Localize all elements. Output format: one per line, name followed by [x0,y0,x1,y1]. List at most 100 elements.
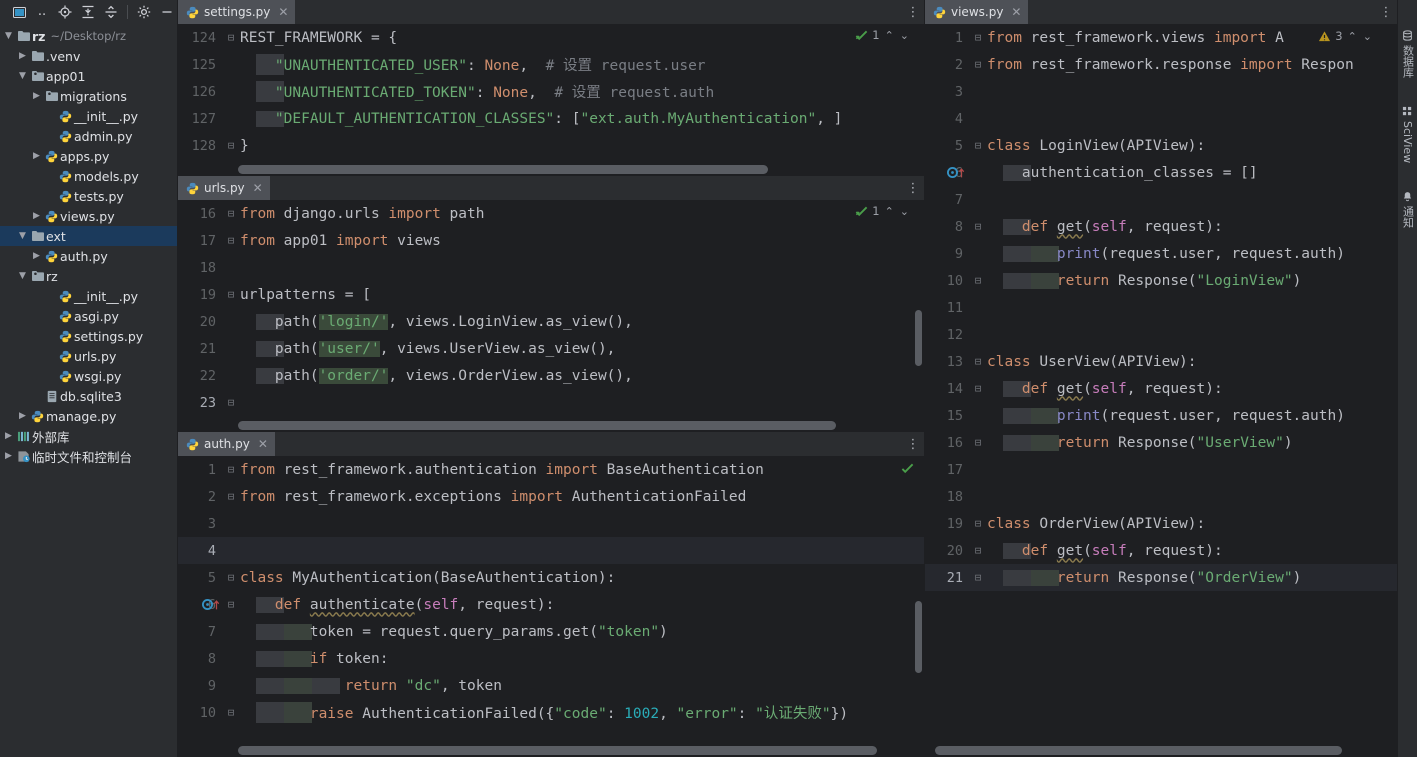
close-icon[interactable]: ✕ [258,437,268,451]
project-tree[interactable]: ▼rz~/Desktop/rz▶.venv▼app01▶migrations__… [0,24,177,757]
fold-marker-icon[interactable]: ⊟ [971,139,985,152]
next-issue-icon[interactable]: ⌄ [1362,30,1373,43]
pane-options-icon[interactable]: ⋮ [902,432,924,456]
prev-issue-icon[interactable]: ⌃ [1347,30,1358,43]
tree-item-tests-py[interactable]: tests.py [0,186,177,206]
gutter-markers[interactable] [202,599,220,611]
hscroll-thumb[interactable] [238,165,768,174]
hscroll-track[interactable] [935,746,1373,755]
hscroll-track[interactable] [238,746,918,755]
editor-views[interactable]: 3 ⌃ ⌄ 1 ⊟ from rest_framework.views impo… [925,24,1397,744]
fold-marker-icon[interactable]: ⊟ [224,463,238,476]
editor-urls[interactable]: 1 ⌃ ⌄ 16 ⊟ from django.urls import path … [178,200,924,419]
chevron-down-icon[interactable]: ▼ [16,72,29,81]
gutter-markers[interactable] [947,167,965,179]
fold-marker-icon[interactable]: ⊟ [971,31,985,44]
tree-item-rz[interactable]: ▼rz [0,266,177,286]
tool-window-sciview[interactable]: SciView [1401,106,1414,163]
tree-item-admin-py[interactable]: admin.py [0,126,177,146]
fold-marker-icon[interactable]: ⊟ [971,220,985,233]
tree-item-db-sqlite3[interactable]: db.sqlite3 [0,386,177,406]
tree-item---init---py[interactable]: __init__.py [0,106,177,126]
hscrollbar-views[interactable] [925,744,1397,757]
tree-item-manage-py[interactable]: ▶manage.py [0,406,177,426]
fold-marker-icon[interactable]: ⊟ [224,571,238,584]
tree-item---init---py[interactable]: __init__.py [0,286,177,306]
tab-auth-py[interactable]: auth.py ✕ [178,432,275,456]
close-icon[interactable]: ✕ [253,181,263,195]
fold-marker-icon[interactable]: ⊟ [224,31,238,44]
fold-marker-icon[interactable]: ⊟ [971,382,985,395]
fold-marker-icon[interactable]: ⊟ [971,544,985,557]
tree-item-models-py[interactable]: models.py [0,166,177,186]
editor-settings[interactable]: 1 ⌃ ⌄ 124 ⊟ REST_FRAMEWORK = { 125 "UNAU… [178,24,924,163]
close-icon[interactable]: ✕ [278,5,288,19]
inspection-widget-views[interactable]: 3 ⌃ ⌄ [1318,29,1373,43]
fold-marker-icon[interactable]: ⊟ [971,517,985,530]
tree-item-auth-py[interactable]: ▶auth.py [0,246,177,266]
tree-item-settings-py[interactable]: settings.py [0,326,177,346]
locate-file-icon[interactable] [55,2,75,22]
fold-marker-icon[interactable]: ⊟ [971,436,985,449]
close-icon[interactable]: ✕ [1011,5,1021,19]
chevron-right-icon[interactable]: ▶ [2,452,15,461]
fold-marker-icon[interactable]: ⊟ [224,139,238,152]
pane-options-icon[interactable]: ⋮ [902,176,924,200]
fold-marker-icon[interactable]: ⊟ [224,207,238,220]
expand-all-icon[interactable] [78,2,98,22]
tool-window-notifications[interactable]: 通知 [1400,191,1416,228]
fold-marker-icon[interactable]: ⊟ [224,706,238,719]
tab-settings-py[interactable]: settings.py ✕ [178,0,295,24]
prev-issue-icon[interactable]: ⌃ [884,205,895,218]
hscroll-thumb[interactable] [238,421,836,430]
chevron-down-icon[interactable]: ▼ [16,232,29,241]
fold-marker-icon[interactable]: ⊟ [224,288,238,301]
hscrollbar-urls[interactable] [178,419,924,432]
chevron-right-icon[interactable]: ▶ [30,252,43,261]
tree-item-app01[interactable]: ▼app01 [0,66,177,86]
tree-item-asgi-py[interactable]: asgi.py [0,306,177,326]
inspection-widget-settings[interactable]: 1 ⌃ ⌄ [855,28,910,42]
tree-item-wsgi-py[interactable]: wsgi.py [0,366,177,386]
hscrollbar-settings[interactable] [178,163,924,176]
tree-item--venv[interactable]: ▶.venv [0,46,177,66]
inspection-widget-auth[interactable] [901,462,914,475]
fold-marker-icon[interactable]: ⊟ [224,234,238,247]
hscroll-thumb[interactable] [238,746,877,755]
next-issue-icon[interactable]: ⌄ [899,29,910,42]
fold-marker-icon[interactable]: ⊟ [971,274,985,287]
chevron-right-icon[interactable]: ▶ [2,432,15,441]
pane-options-icon[interactable]: ⋮ [902,0,924,24]
tree-item-ext[interactable]: ▼ext [0,226,177,246]
fold-marker-icon[interactable]: ⊟ [224,598,238,611]
chevron-down-icon[interactable]: ▼ [16,272,29,281]
project-view-icon[interactable] [9,2,29,22]
chevron-right-icon[interactable]: ▶ [16,52,29,61]
tree-item----[interactable]: ▶外部库 [0,426,177,446]
settings-gear-icon[interactable] [134,2,154,22]
hide-panel-icon[interactable] [157,2,177,22]
collapse-all-icon[interactable] [101,2,121,22]
chevron-right-icon[interactable]: ▶ [30,212,43,221]
tree-item-urls-py[interactable]: urls.py [0,346,177,366]
tab-views-py[interactable]: views.py ✕ [925,0,1028,24]
hscroll-track[interactable] [238,165,918,174]
tree-item-rz[interactable]: ▼rz~/Desktop/rz [0,26,177,46]
tree-item-views-py[interactable]: ▶views.py [0,206,177,226]
next-issue-icon[interactable]: ⌄ [899,205,910,218]
chevron-right-icon[interactable]: ▶ [16,412,29,421]
fold-marker-icon[interactable]: ⊟ [971,571,985,584]
tree-item-migrations[interactable]: ▶migrations [0,86,177,106]
fold-marker-icon[interactable]: ⊟ [971,58,985,71]
fold-marker-icon[interactable]: ⊟ [224,396,238,409]
tree-item-apps-py[interactable]: ▶apps.py [0,146,177,166]
fold-marker-icon[interactable]: ⊟ [971,355,985,368]
inspection-widget-urls[interactable]: 1 ⌃ ⌄ [855,204,910,218]
tree-item---------[interactable]: ▶临时文件和控制台 [0,446,177,466]
chevron-down-icon[interactable]: ▼ [2,32,15,41]
hscrollbar-auth[interactable] [178,744,924,757]
fold-marker-icon[interactable]: ⊟ [224,490,238,503]
tab-urls-py[interactable]: urls.py ✕ [178,176,270,200]
chevron-right-icon[interactable]: ▶ [30,152,43,161]
more-options-icon[interactable]: .. [32,2,52,22]
